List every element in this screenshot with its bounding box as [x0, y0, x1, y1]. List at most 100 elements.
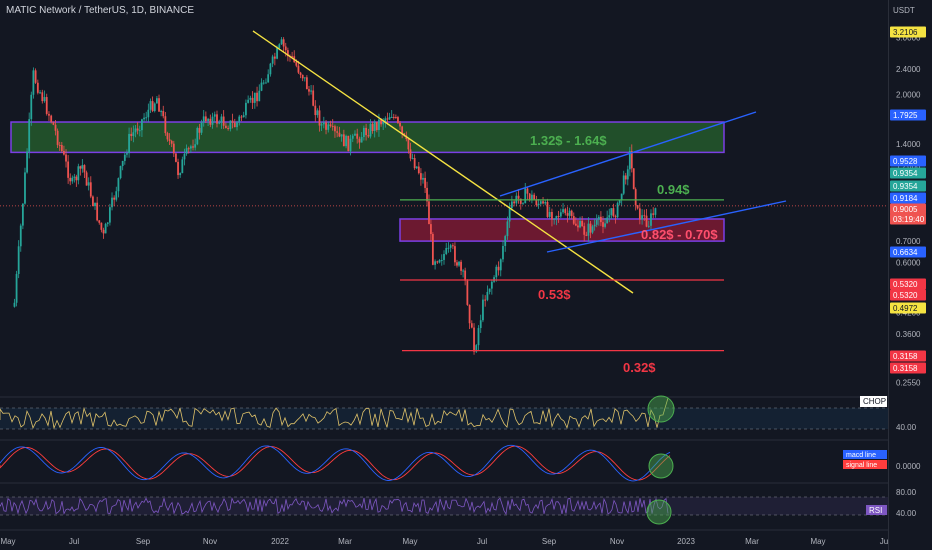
- candle-body: [280, 39, 283, 45]
- candle-body: [102, 229, 105, 234]
- candle-body: [204, 116, 207, 122]
- x-tick-label: Nov: [610, 537, 624, 546]
- candle-body: [39, 92, 41, 94]
- x-tick-label: Jul: [477, 537, 487, 546]
- candle-body: [220, 116, 223, 123]
- candle-body: [189, 146, 192, 149]
- candle-body: [305, 77, 308, 90]
- candle-body: [539, 201, 542, 204]
- price-tag-label: 0.9354: [893, 182, 918, 191]
- candle-body: [460, 261, 462, 271]
- candle-body: [151, 101, 154, 112]
- candle-body: [390, 116, 393, 118]
- price-tag-label: 0.9528: [893, 157, 918, 166]
- candle-body: [34, 70, 37, 83]
- macd-axis-label: 0.0000: [896, 462, 921, 471]
- candle-body: [365, 127, 368, 136]
- candle-body: [369, 123, 372, 137]
- candle-body: [517, 195, 520, 199]
- candle-body: [77, 166, 80, 181]
- candle-body: [258, 90, 261, 102]
- candle-body: [497, 266, 500, 271]
- candle-body: [85, 172, 88, 186]
- candle-body: [179, 173, 182, 176]
- candle-body: [654, 208, 657, 215]
- candle-body: [570, 210, 573, 217]
- candle-body: [362, 127, 365, 137]
- rsi-axis-label: 40.00: [896, 509, 917, 518]
- candle-body: [60, 145, 63, 151]
- candle-body: [345, 135, 347, 147]
- candle-body: [132, 132, 135, 137]
- candle-body: [67, 161, 70, 178]
- chop-highlight-circle: [647, 395, 675, 423]
- price-tag-label: 0.3158: [893, 352, 918, 361]
- candle-body: [436, 261, 439, 263]
- candle-body: [211, 116, 214, 125]
- candle-body: [50, 115, 53, 122]
- candle-body: [81, 165, 84, 169]
- candle-body: [229, 120, 232, 129]
- candle-body: [409, 149, 412, 159]
- candle-body: [551, 211, 553, 220]
- chop-tag-label: CHOP: [863, 397, 886, 406]
- rsi-tag-label: RSI: [869, 506, 882, 515]
- y-tick-label: 2.0000: [896, 90, 921, 99]
- candle-body: [452, 245, 454, 247]
- price-tag-label: 0.5320: [893, 280, 918, 289]
- candle-body: [386, 118, 389, 120]
- price-tag-label: 3.2106: [893, 28, 918, 37]
- candle-body: [597, 216, 600, 220]
- level-label: 0.94$: [657, 182, 690, 197]
- candle-body: [299, 72, 302, 75]
- candle-body: [222, 116, 225, 126]
- candle-body: [399, 122, 401, 127]
- candle-body: [526, 188, 529, 194]
- candle-body: [130, 133, 133, 137]
- candle-body: [96, 202, 99, 221]
- candle-body: [544, 202, 547, 204]
- candle-body: [559, 212, 562, 217]
- candle-body: [318, 110, 321, 126]
- candle-body: [585, 234, 588, 236]
- candle-body: [121, 160, 124, 167]
- y-tick-label: 0.7000: [896, 237, 921, 246]
- candle-body: [533, 194, 536, 200]
- candle-body: [508, 208, 511, 222]
- candle-body: [28, 119, 31, 152]
- candle-body: [466, 280, 469, 305]
- candle-body: [356, 133, 359, 139]
- x-tick-label: Mar: [338, 537, 352, 546]
- candle-body: [194, 144, 197, 148]
- candle-body: [256, 92, 258, 102]
- candle-body: [612, 208, 615, 217]
- candle-body: [438, 260, 441, 263]
- candle-body: [227, 127, 230, 129]
- candle-body: [447, 247, 450, 249]
- candle-body: [358, 138, 361, 143]
- candle-body: [428, 201, 430, 225]
- candle-body: [320, 124, 323, 126]
- candle-body: [19, 225, 22, 247]
- candle-body: [602, 222, 604, 227]
- candle-body: [172, 143, 175, 154]
- candle-body: [108, 207, 111, 223]
- candle-body: [388, 117, 391, 120]
- chart-canvas[interactable]: 1.32$ - 1.64$ 0.82$ - 0.70$ 0.94$ 0.53$ 0.32…: [0, 0, 932, 550]
- candle-body: [158, 98, 160, 112]
- candle-body: [295, 62, 298, 66]
- candle-body: [581, 220, 584, 227]
- candle-body: [566, 213, 569, 216]
- candle-body: [506, 221, 509, 237]
- candle-body: [134, 128, 137, 133]
- candle-body: [600, 216, 602, 223]
- candle-body: [65, 154, 67, 162]
- candle-body: [443, 254, 445, 260]
- candle-body: [166, 133, 169, 140]
- candle-body: [650, 213, 652, 226]
- candle-body: [624, 175, 627, 180]
- candle-body: [303, 77, 306, 79]
- candle-body: [41, 92, 44, 102]
- price-tag-label: 0.4972: [893, 304, 918, 313]
- candle-body: [522, 203, 524, 205]
